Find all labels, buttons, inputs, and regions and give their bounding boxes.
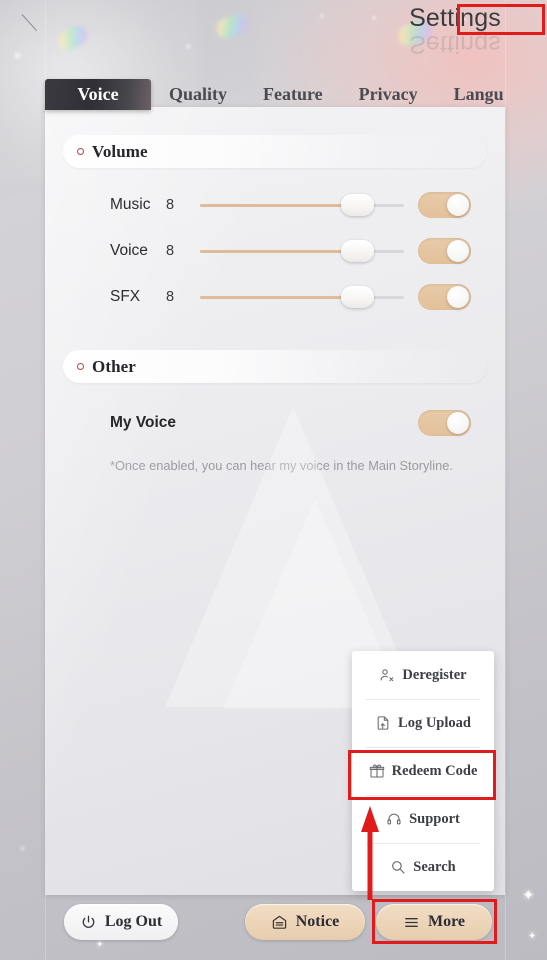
section-bullet-icon (77, 363, 84, 370)
volume-toggle-music[interactable] (418, 192, 471, 218)
slider-thumb[interactable] (341, 240, 375, 262)
prism-flare-2 (213, 11, 251, 42)
volume-slider-voice[interactable] (200, 240, 404, 262)
log-out-label: Log Out (104, 913, 163, 930)
more-button[interactable]: More (376, 904, 492, 940)
volume-label-music: Music (110, 196, 151, 213)
menu-item-deregister[interactable]: Deregister (352, 651, 494, 699)
menu-item-search[interactable]: Search (352, 843, 494, 891)
game-settings-screen: ✦ ✦ ✦ ✦ ✦ Settings Settings Voice Qualit… (0, 0, 547, 960)
volume-label-sfx: SFX (110, 288, 141, 305)
more-label: More (427, 913, 465, 930)
my-voice-row: My Voice (63, 397, 487, 449)
search-icon (392, 861, 405, 874)
volume-value-sfx: 8 (166, 289, 175, 305)
volume-value-voice: 8 (166, 243, 175, 259)
menu-item-label: Deregister (402, 666, 467, 683)
mail-icon (272, 915, 286, 929)
prism-flare-1 (55, 22, 91, 54)
menu-item-support[interactable]: Support (352, 795, 494, 843)
volume-value-music: 8 (166, 197, 175, 213)
slider-thumb[interactable] (341, 286, 375, 308)
toggle-knob (447, 286, 469, 308)
volume-toggle-sfx[interactable] (418, 284, 471, 310)
toggle-knob (447, 194, 469, 216)
background-scratch (21, 14, 38, 32)
volume-row-sfx: SFX 8 (63, 274, 487, 320)
section-title-other: Other (92, 356, 136, 376)
menu-item-label: Redeem Code (391, 762, 478, 779)
notice-label: Notice (295, 913, 340, 930)
section-header-volume: Volume (63, 135, 487, 168)
tab-language[interactable]: Langu (436, 79, 522, 110)
volume-label-voice: Voice (110, 242, 148, 259)
section-title-volume: Volume (92, 141, 148, 161)
slider-thumb[interactable] (341, 194, 375, 216)
volume-row-music: Music 8 (63, 182, 487, 228)
my-voice-label: My Voice (110, 414, 177, 431)
background-seam-right (505, 0, 506, 960)
menu-item-log-upload[interactable]: Log Upload (352, 699, 494, 747)
toggle-knob (447, 412, 469, 434)
bokeh-dot-5 (20, 846, 25, 851)
headset-icon (387, 813, 401, 825)
section-bullet-icon (77, 148, 84, 155)
menu-item-label: Log Upload (398, 714, 471, 731)
bokeh-dot-4 (372, 16, 376, 20)
slider-fill (200, 295, 358, 299)
menu-item-label: Support (409, 810, 460, 827)
bokeh-dot-3 (320, 14, 324, 18)
menu-item-redeem-code[interactable]: Redeem Code (352, 747, 494, 795)
tab-quality[interactable]: Quality (151, 79, 245, 110)
page-title: Settings (409, 4, 501, 32)
volume-slider-sfx[interactable] (200, 286, 404, 308)
notice-button[interactable]: Notice (245, 904, 365, 940)
tab-privacy[interactable]: Privacy (341, 79, 436, 110)
slider-fill (200, 249, 358, 253)
volume-toggle-voice[interactable] (418, 238, 471, 264)
slider-fill (200, 203, 358, 207)
settings-tab-bar: Voice Quality Feature Privacy Langu (45, 79, 547, 110)
volume-slider-music[interactable] (200, 194, 404, 216)
hamburger-icon (405, 917, 418, 927)
tab-feature[interactable]: Feature (245, 79, 341, 110)
power-icon (82, 915, 95, 928)
user-remove-icon (381, 669, 394, 682)
bokeh-dot-1 (14, 52, 21, 59)
volume-row-voice: Voice 8 (63, 228, 487, 274)
page-title-reflection: Settings (409, 30, 501, 58)
tab-voice[interactable]: Voice (45, 79, 151, 110)
more-menu-popup: Deregister Log Upload Redeem Code Suppor… (352, 651, 494, 891)
section-header-other: Other (63, 350, 487, 383)
bokeh-dot-2 (186, 44, 191, 49)
menu-item-label: Search (413, 858, 456, 875)
log-out-button[interactable]: Log Out (64, 904, 178, 940)
gift-icon (369, 764, 384, 778)
my-voice-toggle[interactable] (418, 410, 471, 436)
file-upload-icon (377, 716, 389, 730)
bottom-action-bar: Log Out Notice More (0, 896, 547, 960)
my-voice-note: *Once enabled, you can hear my voice in … (110, 458, 453, 473)
toggle-knob (447, 240, 469, 262)
